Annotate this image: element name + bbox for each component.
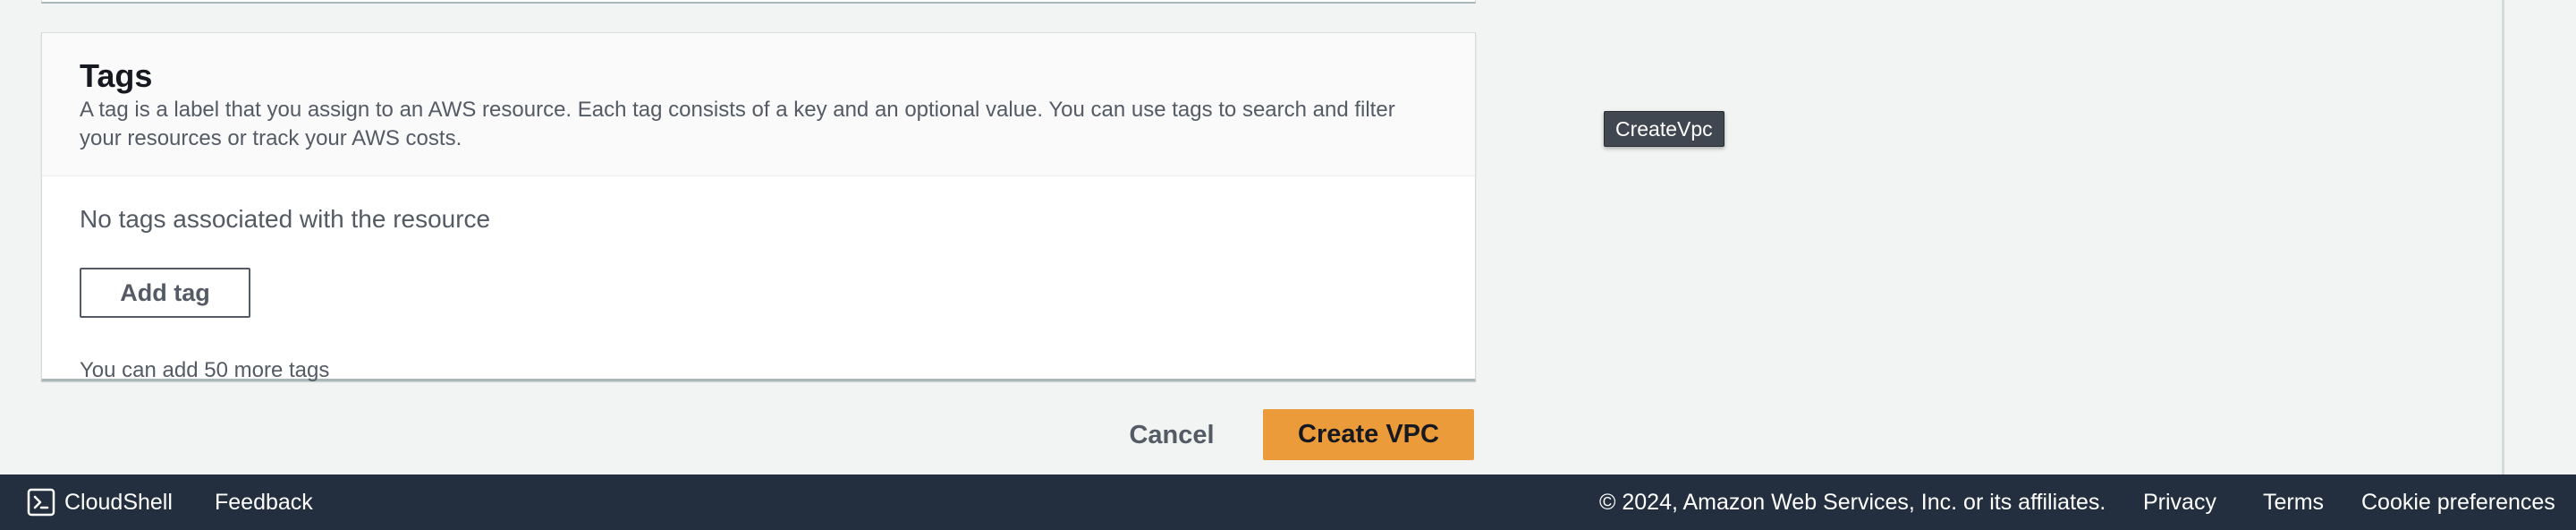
no-tags-message: No tags associated with the resource	[80, 205, 491, 233]
create-vpc-button[interactable]: Create VPC	[1263, 409, 1474, 460]
cloudshell-button[interactable]: CloudShell	[27, 474, 173, 530]
terminal-icon	[27, 488, 55, 517]
tooltip: CreateVpc	[1604, 111, 1724, 147]
previous-panel-edge	[41, 0, 1476, 4]
terms-link[interactable]: Terms	[2263, 474, 2324, 530]
tag-limit-message: You can add 50 more tags	[80, 358, 330, 382]
page: Tags A tag is a label that you assign to…	[0, 0, 2576, 530]
scrollbar-track[interactable]	[2502, 0, 2576, 474]
cookie-preferences-link[interactable]: Cookie preferences	[2361, 474, 2555, 530]
tags-panel: Tags A tag is a label that you assign to…	[41, 32, 1476, 382]
copyright-text: © 2024, Amazon Web Services, Inc. or its…	[1599, 489, 2106, 515]
tags-title: Tags	[80, 57, 153, 94]
add-tag-button[interactable]: Add tag	[80, 268, 250, 318]
tags-panel-header: Tags A tag is a label that you assign to…	[42, 33, 1475, 176]
cloudshell-label: CloudShell	[64, 489, 173, 515]
feedback-link[interactable]: Feedback	[215, 474, 313, 530]
cancel-button[interactable]: Cancel	[1109, 410, 1234, 460]
privacy-link[interactable]: Privacy	[2143, 474, 2216, 530]
console-footer: CloudShell Feedback © 2024, Amazon Web S…	[0, 474, 2576, 530]
tags-panel-body: No tags associated with the resource Add…	[80, 203, 1437, 382]
tags-description: A tag is a label that you assign to an A…	[80, 98, 1395, 150]
